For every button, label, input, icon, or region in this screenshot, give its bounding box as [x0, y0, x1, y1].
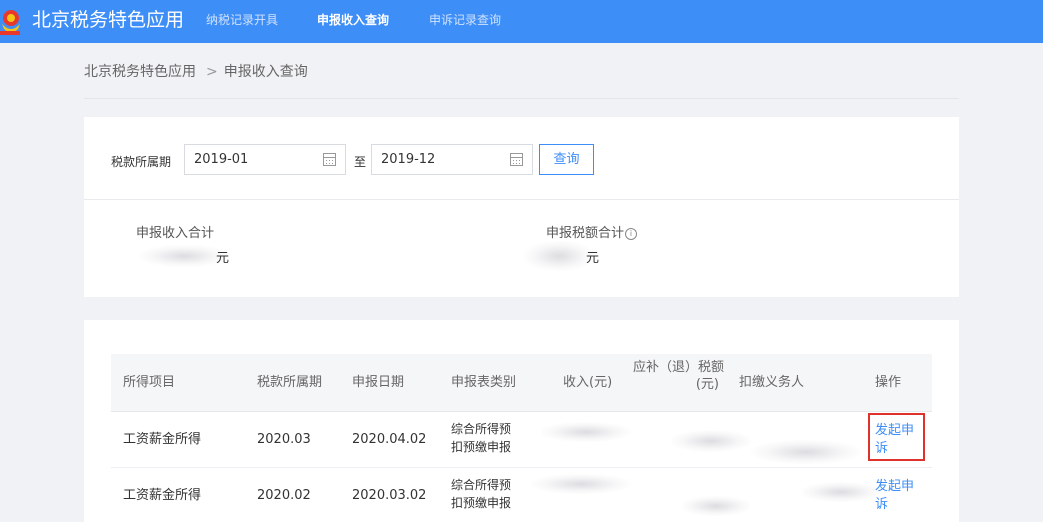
- cell-type: 综合所得预 扣预缴申报: [451, 476, 511, 512]
- cell-period: 2020.03: [257, 432, 311, 447]
- table-row: 工资薪金所得 2020.02 2020.03.02 综合所得预 扣预缴申报 发起…: [111, 468, 932, 522]
- cell-type-line2: 扣预缴申报: [451, 496, 512, 510]
- card-divider: [84, 199, 959, 200]
- cell-item: 工资薪金所得: [123, 488, 202, 503]
- table-row: 工资薪金所得 2020.03 2020.04.02 综合所得预 扣预缴申报 发起…: [111, 412, 932, 468]
- cell-type-line2: 扣预缴申报: [451, 440, 512, 454]
- info-icon[interactable]: i: [625, 228, 638, 240]
- end-period-value: 2019-12: [381, 152, 436, 167]
- income-total-unit: 元: [216, 251, 230, 266]
- calendar-icon[interactable]: [510, 153, 523, 166]
- cell-date: 2020.04.02: [352, 432, 427, 447]
- header-income: 收入(元): [563, 375, 613, 390]
- redacted-income: [541, 422, 631, 442]
- redacted-withholder: [801, 482, 881, 502]
- calendar-icon[interactable]: [323, 153, 336, 166]
- redacted-income: [531, 474, 631, 494]
- redacted-tax: [681, 496, 751, 516]
- header-period: 税款所属期: [257, 375, 323, 390]
- results-card: 所得项目 税款所属期 申报日期 申报表类别 收入(元) 应补（退）税额 (元) …: [84, 320, 959, 522]
- period-label: 税款所属期: [111, 155, 172, 169]
- redacted-tax: [671, 430, 751, 452]
- start-period-value: 2019-01: [194, 152, 249, 167]
- to-label: 至: [354, 155, 367, 169]
- tax-total-label: 申报税额合计 i: [546, 222, 638, 241]
- breadcrumb-root[interactable]: 北京税务特色应用: [84, 64, 196, 80]
- tax-total-unit: 元: [586, 251, 600, 266]
- highlight-box: [868, 413, 925, 461]
- income-total-label: 申报收入合计: [136, 226, 215, 241]
- breadcrumb-current: 申报收入查询: [223, 64, 308, 80]
- end-period-input[interactable]: 2019-12: [371, 144, 533, 175]
- breadcrumb: 北京税务特色应用 > 申报收入查询: [84, 63, 314, 81]
- header-date: 申报日期: [352, 375, 405, 390]
- breadcrumb-separator: >: [206, 64, 218, 80]
- cell-type: 综合所得预 扣预缴申报: [451, 420, 511, 456]
- cell-period: 2020.02: [257, 488, 311, 503]
- cell-item: 工资薪金所得: [123, 432, 202, 447]
- header-type: 申报表类别: [451, 375, 517, 390]
- nav-income-query[interactable]: 申报收入查询: [317, 12, 389, 28]
- cell-type-line1: 综合所得预: [451, 422, 512, 436]
- query-card: 税款所属期 2019-01 至 2019-12 查询 申报收入合计 元 申报税额…: [84, 117, 959, 297]
- header-action: 操作: [875, 375, 902, 390]
- cell-date: 2020.03.02: [352, 488, 427, 503]
- appeal-link[interactable]: 发起申诉: [875, 478, 915, 514]
- redacted-withholder: [751, 440, 861, 464]
- header-item: 所得项目: [123, 375, 176, 390]
- header-tax-line1: 应补（退）税额: [633, 360, 725, 375]
- tax-total-label-text: 申报税额合计: [546, 226, 625, 241]
- header-tax: 应补（退）税额 (元): [633, 359, 725, 393]
- table-header: 所得项目 税款所属期 申报日期 申报表类别 收入(元) 应补（退）税额 (元) …: [111, 354, 932, 412]
- start-period-input[interactable]: 2019-01: [184, 144, 346, 175]
- header-withholder: 扣缴义务人: [739, 375, 805, 390]
- nav-tax-record[interactable]: 纳税记录开具: [206, 12, 278, 28]
- breadcrumb-divider: [84, 98, 959, 99]
- cell-type-line1: 综合所得预: [451, 478, 512, 492]
- redacted-tax-value: [524, 241, 594, 271]
- app-title: 北京税务特色应用: [32, 9, 185, 31]
- tax-emblem-icon: [0, 10, 20, 35]
- header-tax-line2: (元): [695, 377, 719, 392]
- nav-appeal-record[interactable]: 申诉记录查询: [429, 12, 501, 28]
- top-bar: 北京税务特色应用 纳税记录开具 申报收入查询 申诉记录查询: [0, 0, 1043, 43]
- query-button[interactable]: 查询: [539, 144, 594, 175]
